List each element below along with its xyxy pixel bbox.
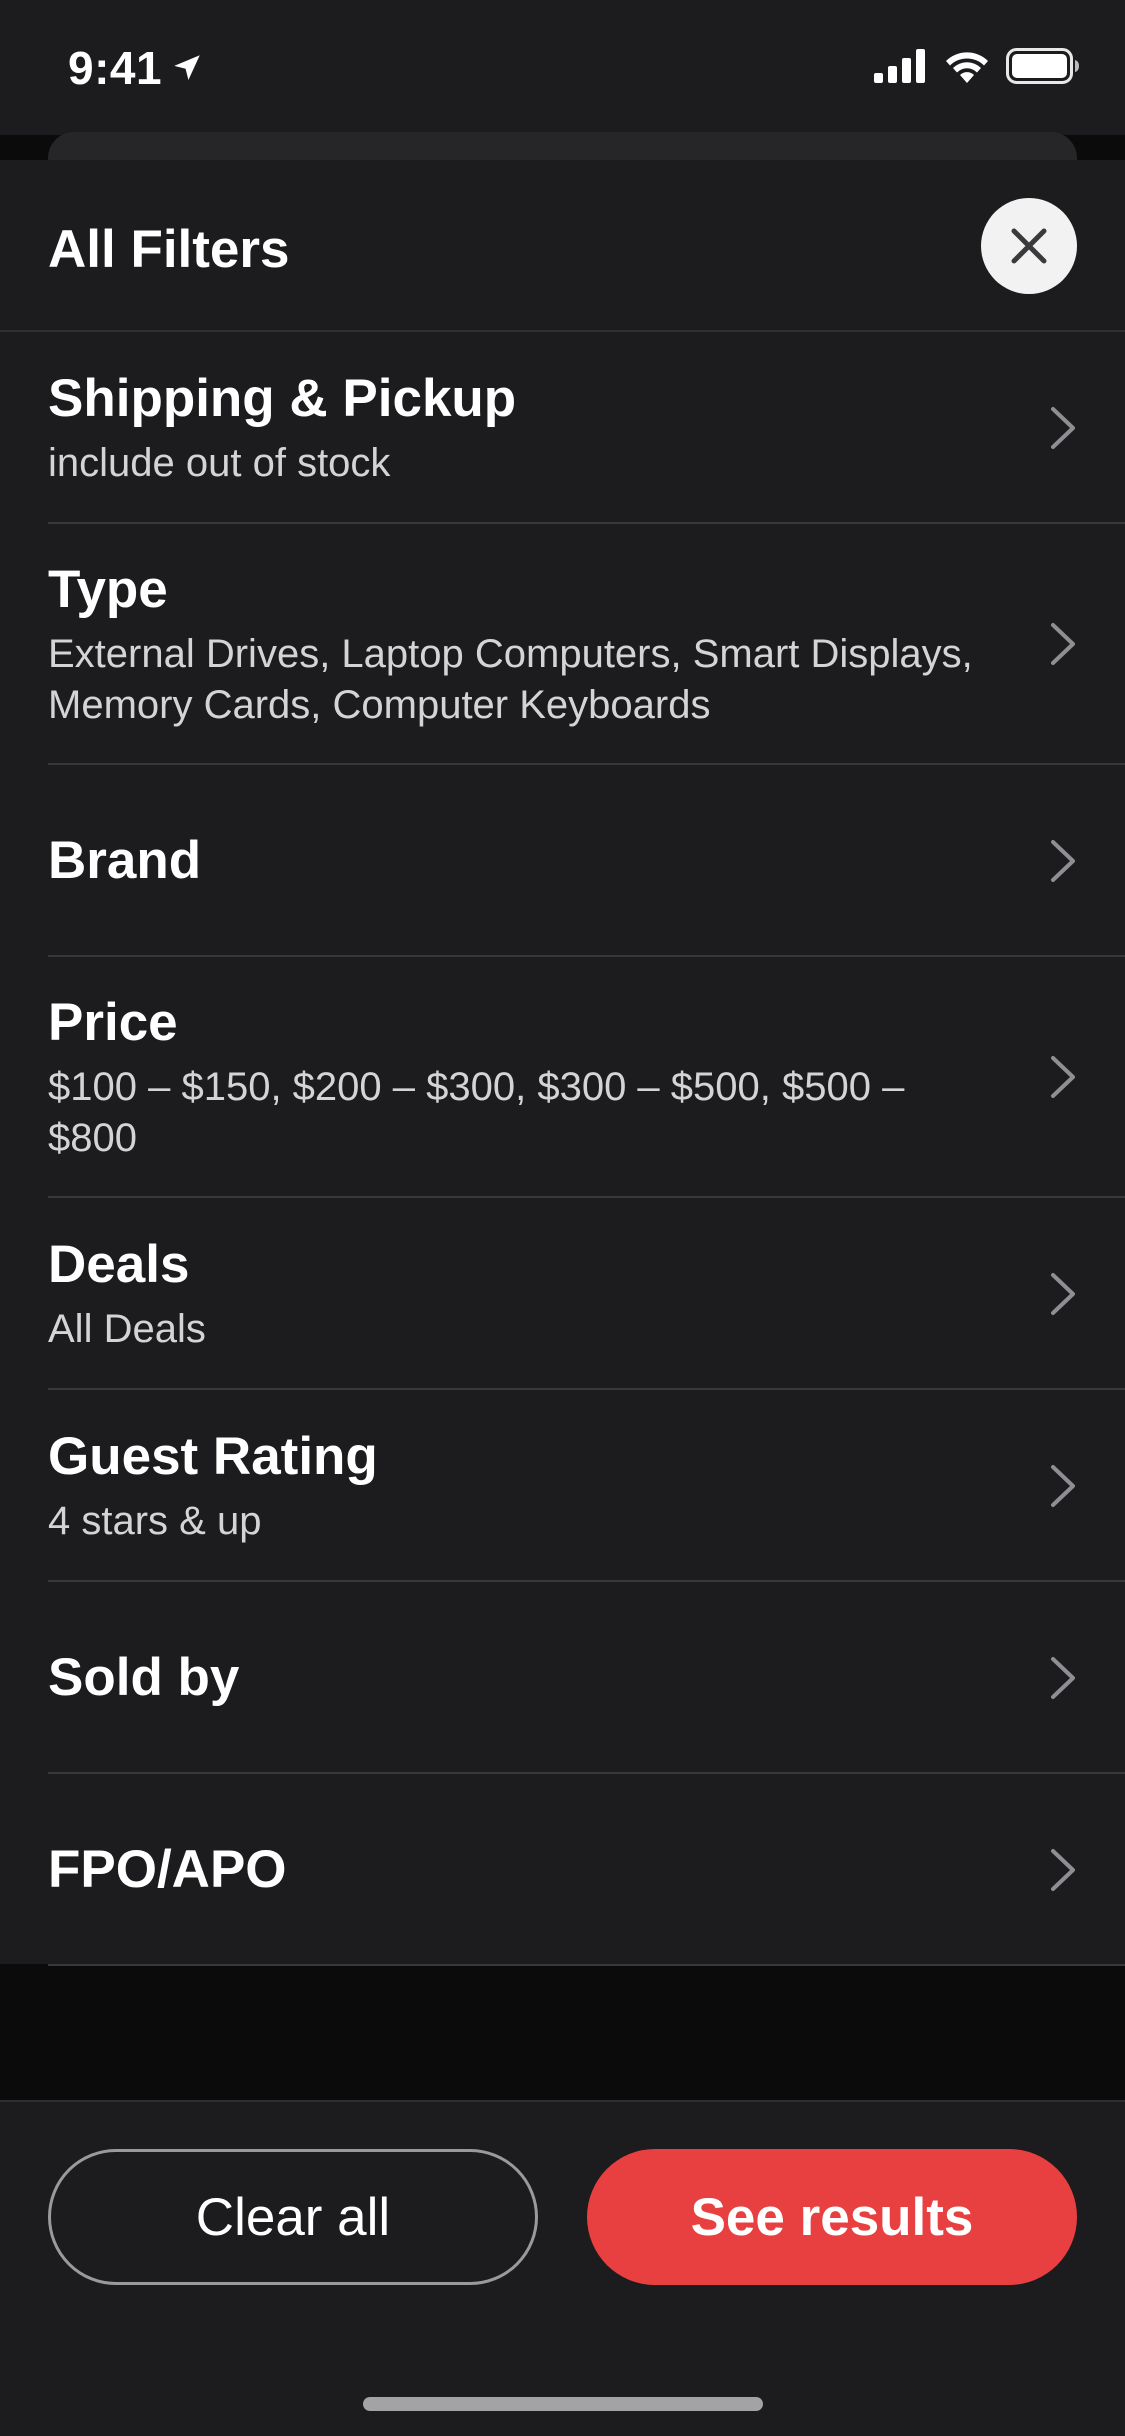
chevron-right-icon <box>1051 623 1075 665</box>
chevron-right-icon <box>1051 840 1075 882</box>
close-icon <box>1011 228 1047 264</box>
filter-label: Deals <box>48 1235 190 1294</box>
filter-label: Price <box>48 993 178 1052</box>
filter-label: Guest Rating <box>48 1427 378 1486</box>
home-indicator[interactable] <box>363 2397 763 2411</box>
status-time: 9:41 <box>68 40 204 96</box>
filter-row-sold-by[interactable]: Sold by <box>48 1582 1125 1774</box>
page-title: All Filters <box>48 220 290 279</box>
filter-value: 4 stars & up <box>48 1499 262 1543</box>
status-bar: 9:41 <box>0 0 1125 135</box>
filter-value: External Drives, Laptop Computers, Smart… <box>48 632 973 727</box>
filter-value: include out of stock <box>48 441 391 485</box>
filter-label: Sold by <box>48 1648 240 1707</box>
filter-list: Shipping & Pickup include out of stock T… <box>0 332 1125 1966</box>
chevron-right-icon <box>1051 1273 1075 1315</box>
sheet-header: All Filters <box>0 160 1125 332</box>
filter-label: Brand <box>48 831 202 890</box>
chevron-right-icon <box>1051 1849 1075 1891</box>
location-arrow-icon <box>174 55 200 81</box>
filter-row-fpo-apo[interactable]: FPO/APO <box>48 1774 1125 1966</box>
filters-sheet: All Filters Shipping & Pickup include ou… <box>0 160 1125 1966</box>
see-results-button[interactable]: See results <box>587 2149 1077 2285</box>
battery-icon <box>1006 48 1079 84</box>
filter-label: FPO/APO <box>48 1840 287 1899</box>
clear-all-button[interactable]: Clear all <box>48 2149 538 2285</box>
close-button[interactable] <box>981 198 1077 294</box>
chevron-right-icon <box>1051 407 1075 449</box>
filter-label: Type <box>48 560 168 619</box>
chevron-right-icon <box>1051 1465 1075 1507</box>
filter-value: All Deals <box>48 1307 206 1351</box>
filter-row-brand[interactable]: Brand <box>48 765 1125 957</box>
filter-row-deals[interactable]: Deals All Deals <box>48 1198 1125 1390</box>
filter-row-price[interactable]: Price $100 – $150, $200 – $300, $300 – $… <box>48 957 1125 1198</box>
filter-value: $100 – $150, $200 – $300, $300 – $500, $… <box>48 1065 905 1160</box>
chevron-right-icon <box>1051 1056 1075 1098</box>
filter-row-type[interactable]: Type External Drives, Laptop Computers, … <box>48 524 1125 765</box>
filter-row-shipping-pickup[interactable]: Shipping & Pickup include out of stock <box>48 332 1125 524</box>
wifi-icon <box>946 52 988 83</box>
status-icons <box>874 48 1080 84</box>
chevron-right-icon <box>1051 1657 1075 1699</box>
filter-label: Shipping & Pickup <box>48 369 517 428</box>
status-time-text: 9:41 <box>68 42 163 94</box>
footer: Clear all See results <box>0 2102 1125 2436</box>
signal-icon <box>874 49 925 83</box>
filter-row-guest-rating[interactable]: Guest Rating 4 stars & up <box>48 1390 1125 1582</box>
